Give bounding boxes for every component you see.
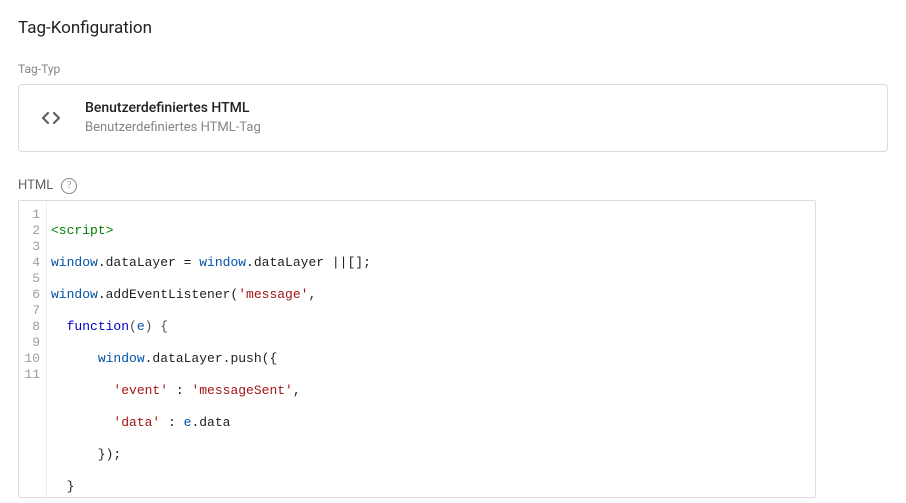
- tag-type-selector[interactable]: Benutzerdefiniertes HTML Benutzerdefinie…: [18, 84, 888, 152]
- tag-type-texts: Benutzerdefiniertes HTML Benutzerdefinie…: [85, 99, 261, 137]
- line-number: 11: [23, 367, 40, 383]
- line-number: 4: [23, 255, 40, 271]
- tag-type-label: Tag-Typ: [18, 62, 888, 76]
- line-number: 10: [23, 351, 40, 367]
- code-brackets-icon: [37, 104, 65, 132]
- tag-type-subtitle: Benutzerdefiniertes HTML-Tag: [85, 119, 261, 137]
- html-editor-label: HTML: [18, 178, 53, 193]
- line-number: 1: [23, 207, 40, 223]
- html-code-editor[interactable]: 1 2 3 4 5 6 7 8 9 10 11 <script> window.…: [18, 200, 816, 498]
- line-number: 9: [23, 335, 40, 351]
- line-number: 6: [23, 287, 40, 303]
- tag-config-panel: Tag-Konfiguration Tag-Typ Benutzerdefini…: [0, 0, 906, 498]
- line-number: 7: [23, 303, 40, 319]
- html-label-row: HTML ?: [18, 178, 888, 194]
- line-number: 8: [23, 319, 40, 335]
- tag-type-title: Benutzerdefiniertes HTML: [85, 99, 261, 119]
- line-number: 3: [23, 239, 40, 255]
- section-title: Tag-Konfiguration: [18, 18, 888, 38]
- line-number: 5: [23, 271, 40, 287]
- help-icon[interactable]: ?: [61, 178, 77, 194]
- code-area[interactable]: <script> window.dataLayer = window.dataL…: [47, 201, 815, 497]
- code-gutter: 1 2 3 4 5 6 7 8 9 10 11: [19, 201, 47, 497]
- line-number: 2: [23, 223, 40, 239]
